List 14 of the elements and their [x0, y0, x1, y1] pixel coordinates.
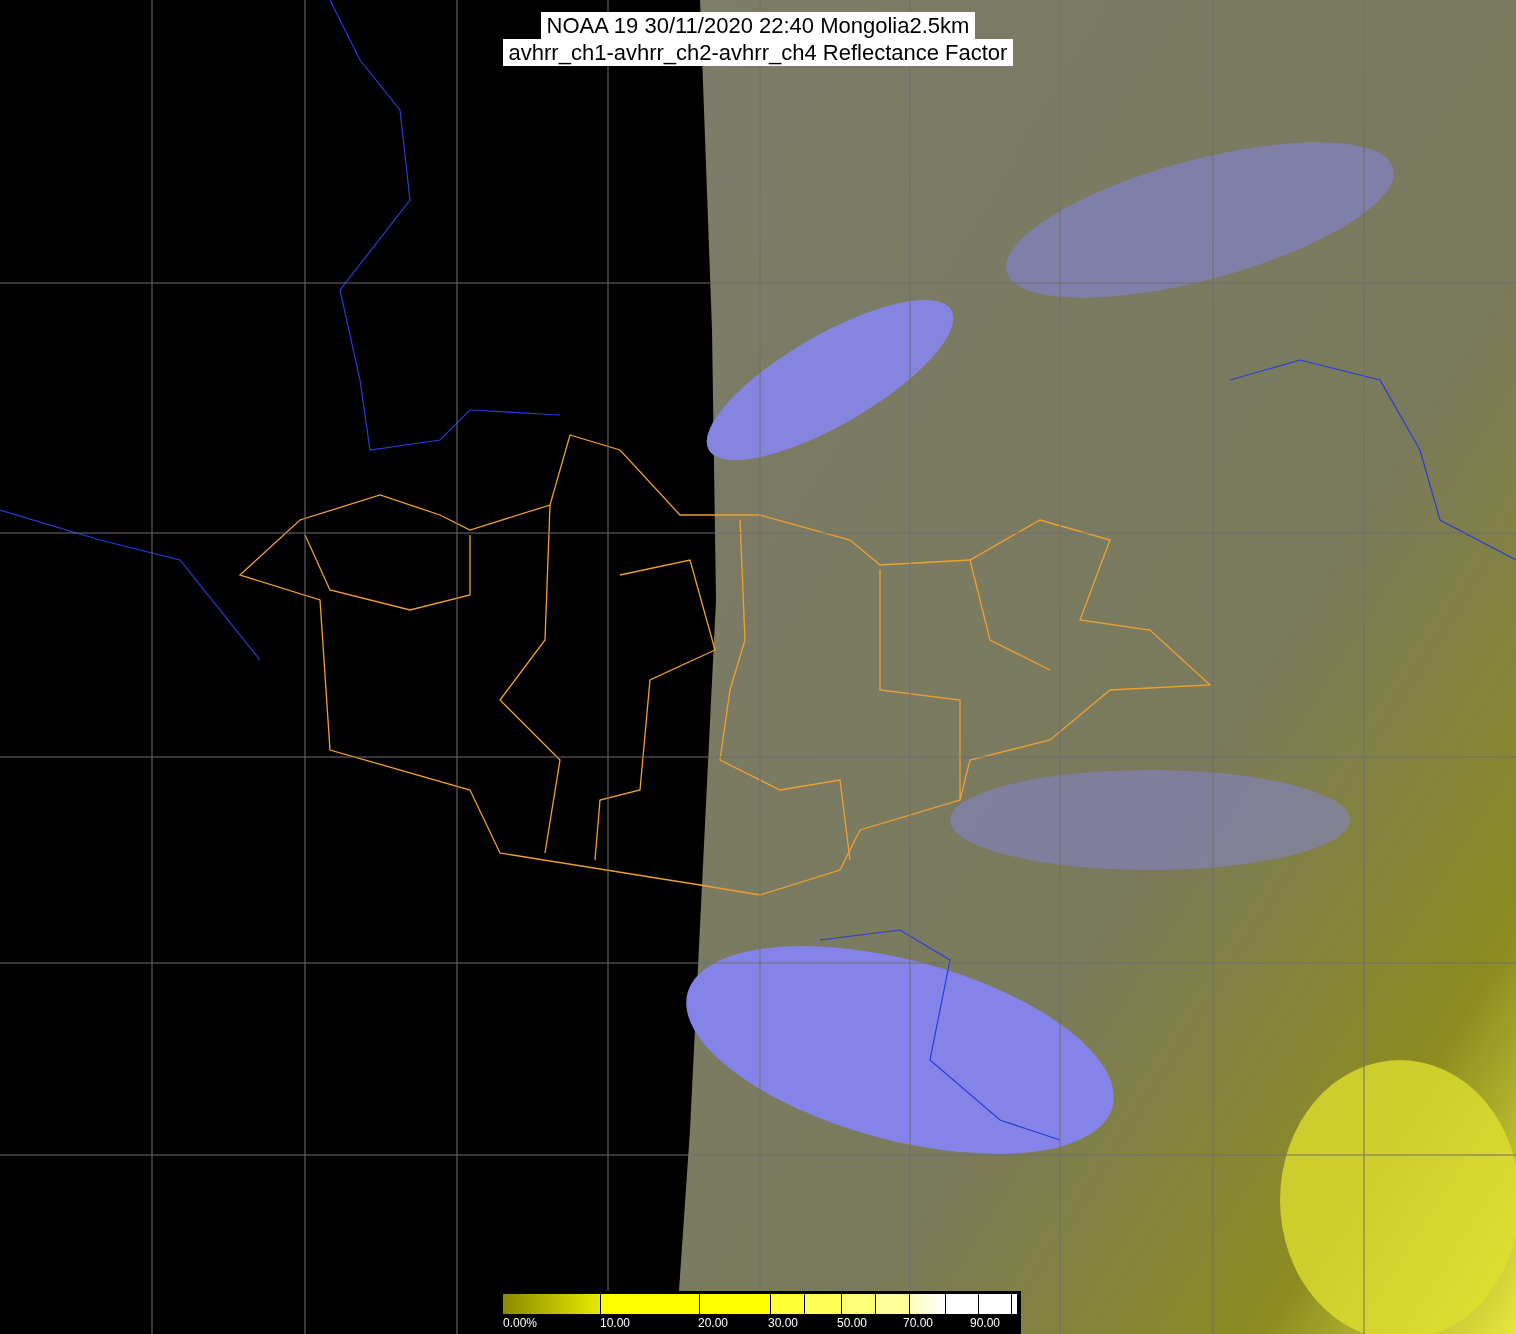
color-scale-segment — [842, 1294, 876, 1314]
map-title: avhrr_ch1-avhrr_ch2-avhrr_ch4 Reflectance Factor — [502, 39, 1014, 66]
scale-label: 0.00% — [503, 1316, 538, 1330]
scale-label: 90.00 — [970, 1316, 1001, 1330]
color-scale-segment — [946, 1294, 979, 1314]
color-scale-segment — [876, 1294, 910, 1314]
scale-label: 50.00 — [837, 1316, 868, 1330]
color-scale-segment — [910, 1294, 946, 1314]
scale-label: 30.00 — [768, 1316, 799, 1330]
scale-label: 20.00 — [698, 1316, 729, 1330]
color-scale-segment — [805, 1294, 842, 1314]
scale-label: 10.00 — [600, 1316, 631, 1330]
scale-label: 70.00 — [903, 1316, 934, 1330]
map-title: NOAA 19 30/11/2020 22:40 Mongolia2.5km — [540, 12, 976, 39]
